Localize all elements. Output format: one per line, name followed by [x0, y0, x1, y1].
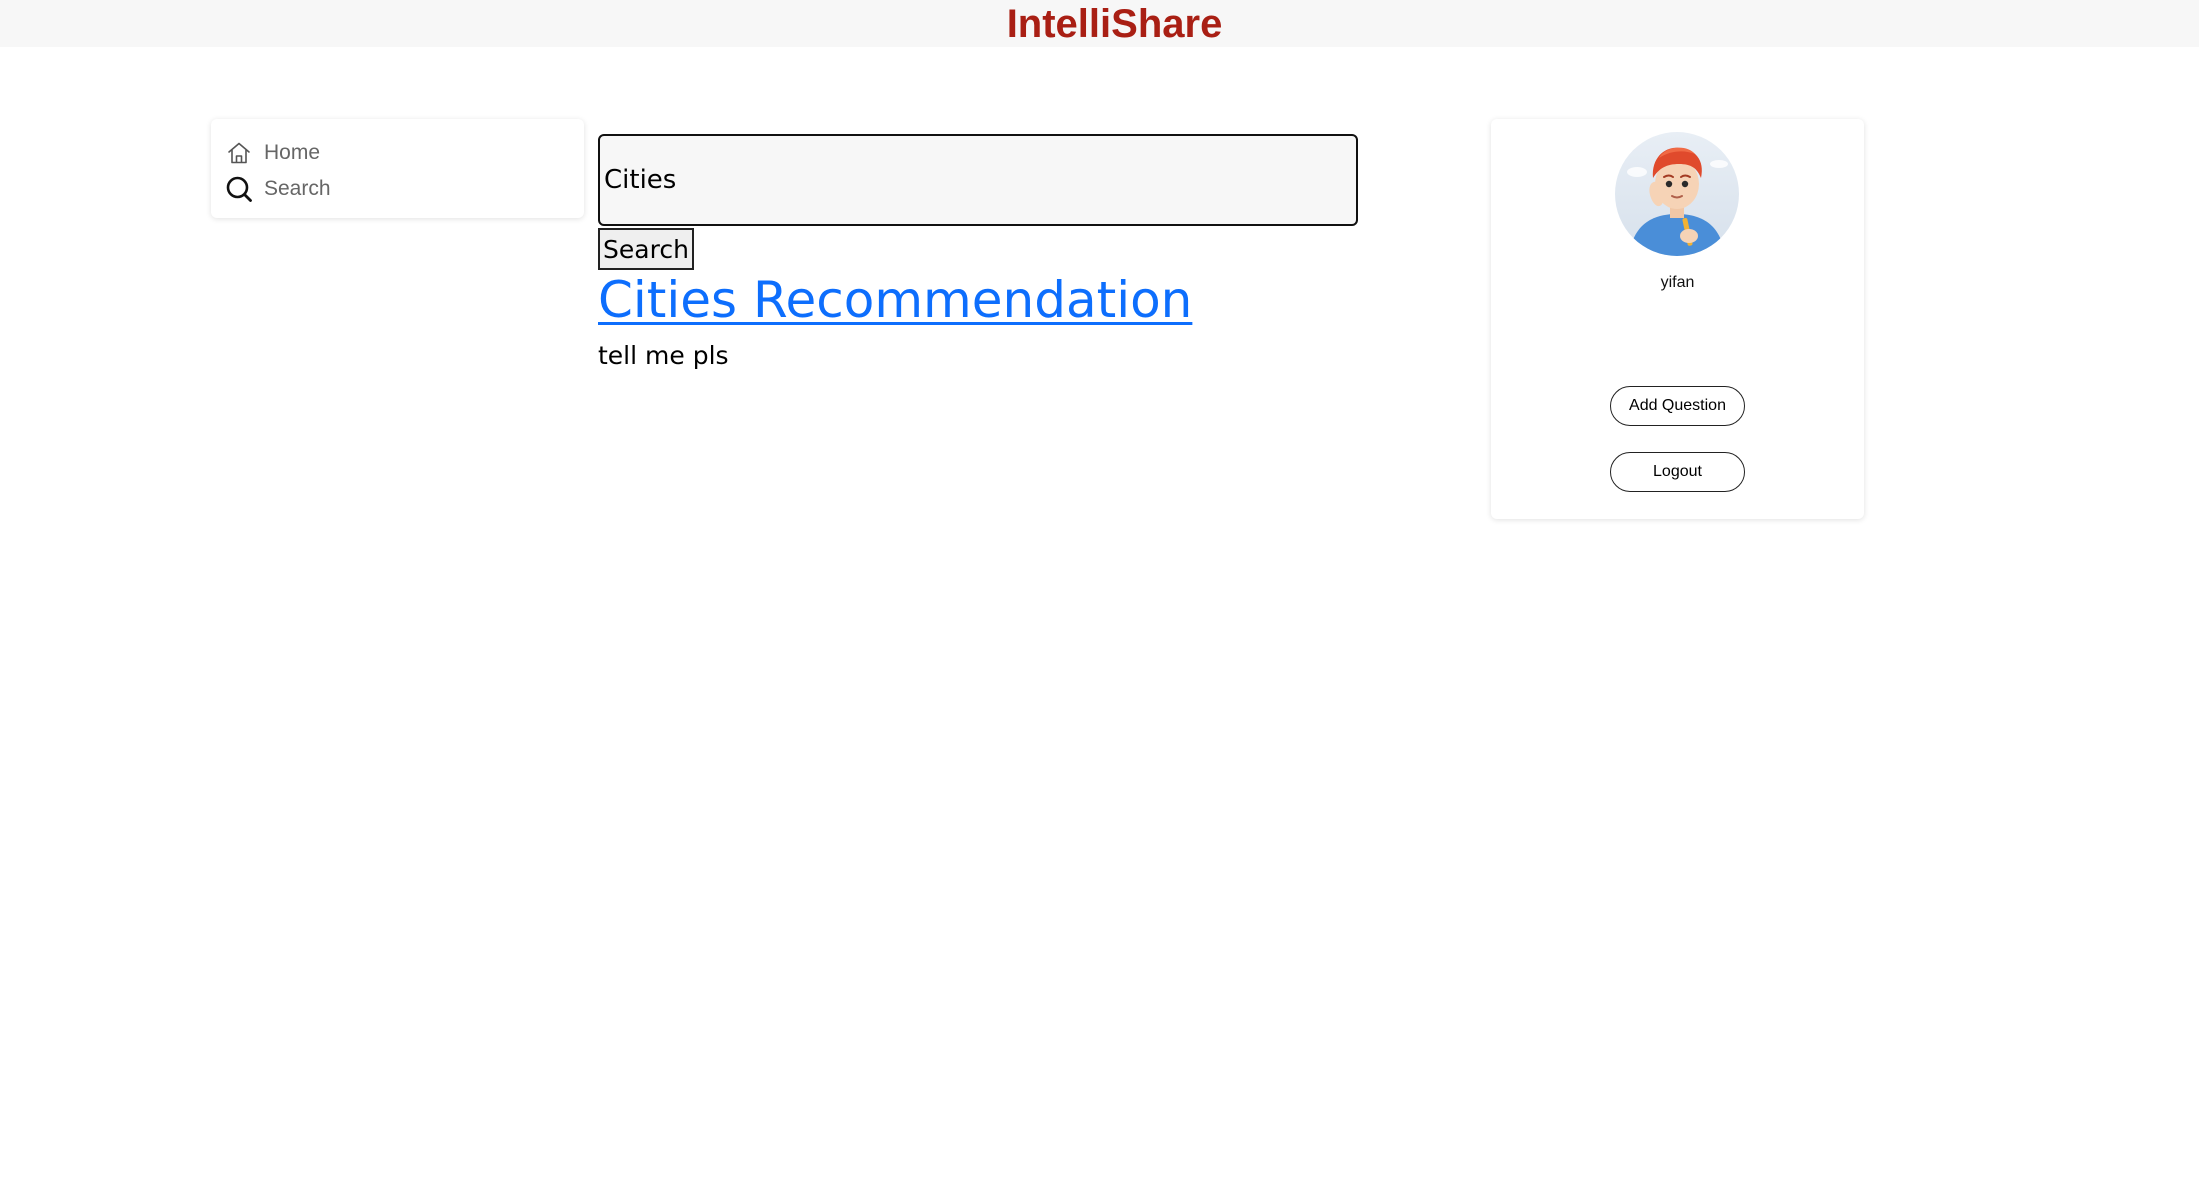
- username: yifan: [1660, 274, 1695, 291]
- sidebar-item-label: Home: [264, 141, 321, 164]
- search-button[interactable]: Search: [598, 228, 694, 270]
- brand-title: IntelliShare: [1006, 2, 1223, 46]
- sidebar-item-label: Search: [264, 177, 331, 200]
- add-question-button[interactable]: Add Question: [1610, 386, 1745, 426]
- profile-card: yifan Add Question Logout: [1491, 119, 1864, 519]
- sidebar-nav: Home Search: [211, 119, 584, 218]
- avatar: [1615, 132, 1739, 256]
- logout-button[interactable]: Logout: [1610, 452, 1745, 492]
- sidebar-item-home[interactable]: Home: [225, 139, 320, 167]
- search-input[interactable]: [598, 134, 1358, 226]
- home-icon: [225, 139, 253, 167]
- sidebar-item-search[interactable]: Search: [225, 175, 331, 203]
- top-bar: IntelliShare: [0, 0, 2199, 47]
- result-title-link[interactable]: Cities Recommendation: [598, 268, 1192, 332]
- search-icon: [225, 175, 253, 203]
- result-description: tell me pls: [598, 341, 729, 370]
